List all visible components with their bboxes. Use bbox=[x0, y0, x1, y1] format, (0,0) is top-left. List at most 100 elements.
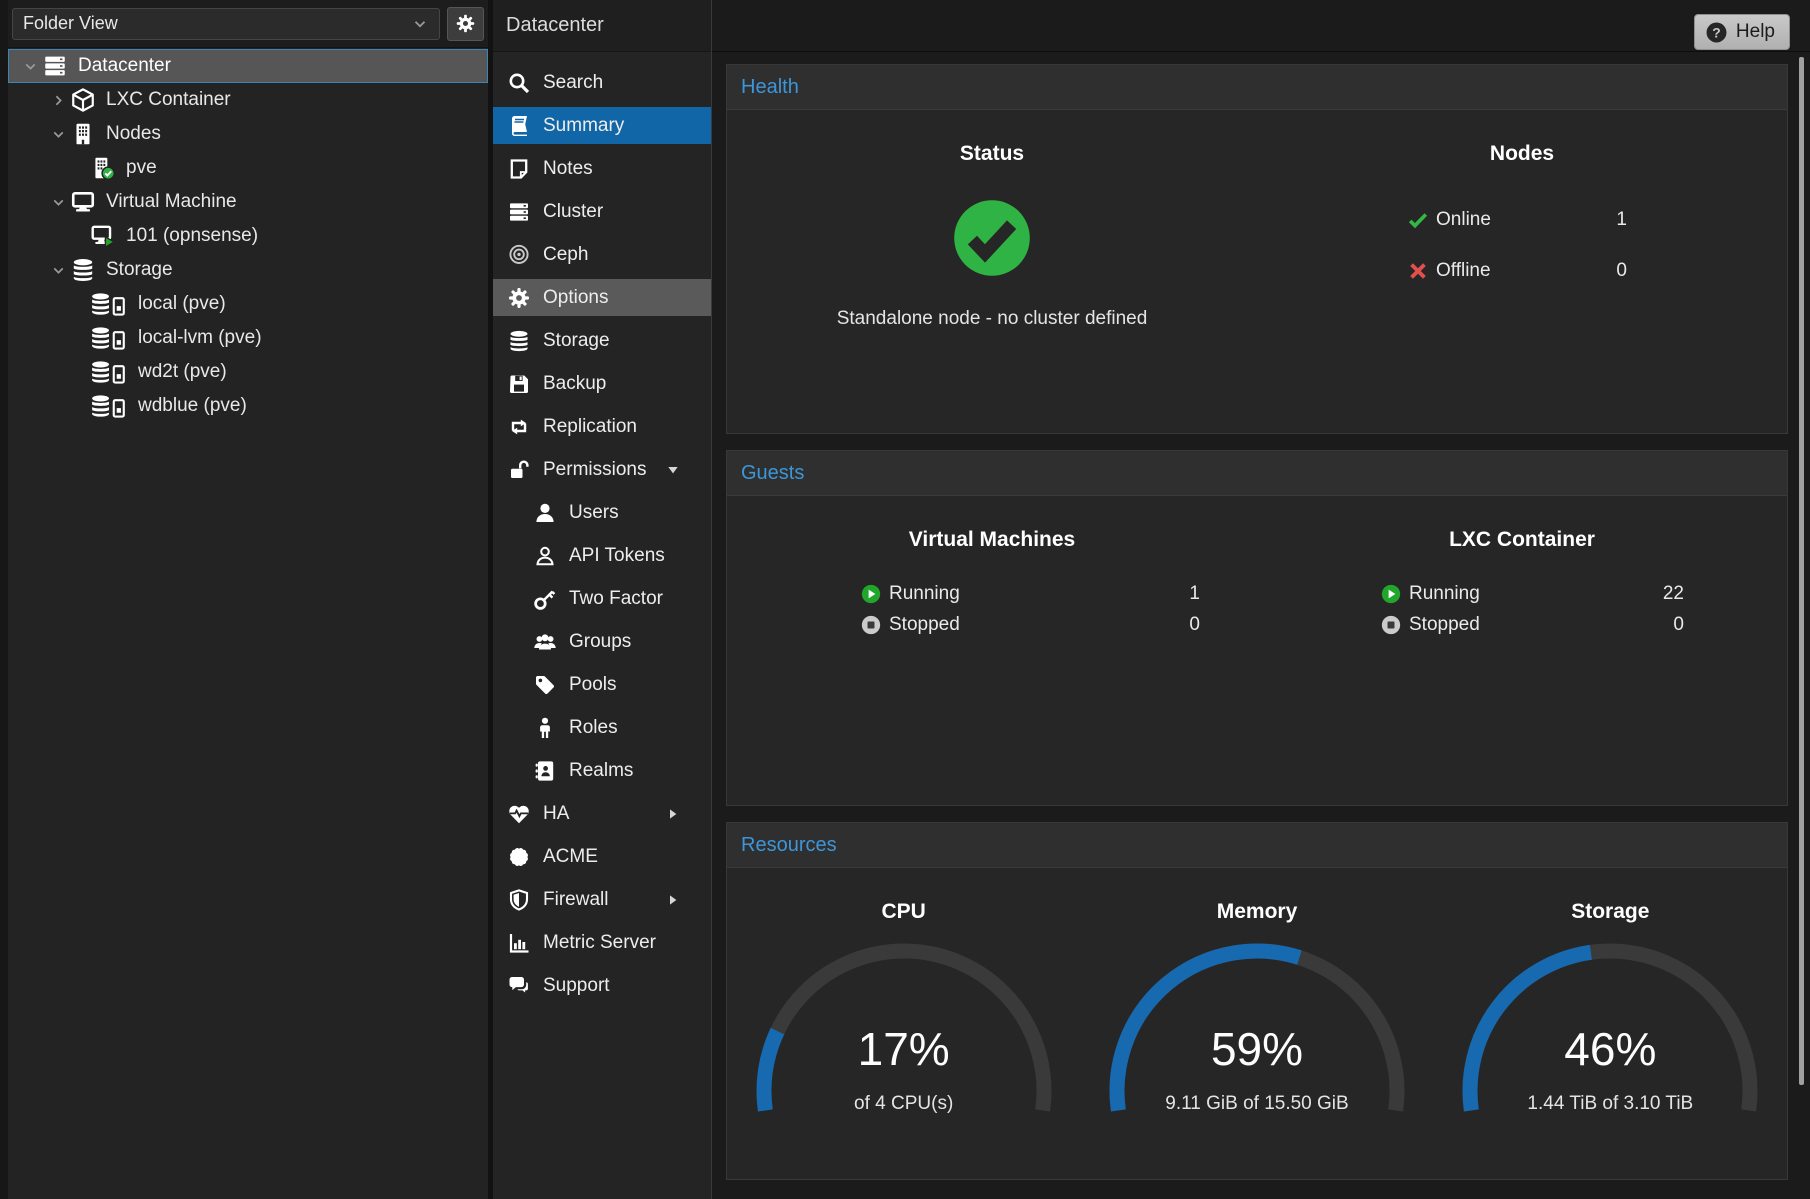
nav-item-api-tokens[interactable]: API Tokens bbox=[493, 537, 711, 574]
db-drive-icon bbox=[90, 325, 128, 351]
cross-icon bbox=[1407, 260, 1429, 282]
nav-panel-title: Datacenter bbox=[493, 0, 711, 52]
stop-circle-icon bbox=[860, 614, 882, 636]
chevron-down-icon[interactable] bbox=[46, 122, 70, 146]
help-button-label: Help bbox=[1736, 21, 1775, 43]
nav-item-roles[interactable]: Roles bbox=[493, 709, 711, 746]
guest-row-label: Running bbox=[889, 583, 960, 605]
tree-toolbar: Folder View bbox=[8, 0, 488, 48]
nav-item-summary[interactable]: Summary bbox=[493, 107, 711, 144]
stop-circle-icon bbox=[1380, 614, 1402, 636]
nav-item-metric-server[interactable]: Metric Server bbox=[493, 924, 711, 961]
help-button[interactable]: Help bbox=[1694, 14, 1790, 50]
tree-item-pve[interactable]: pve bbox=[8, 151, 488, 185]
tree-settings-button[interactable] bbox=[447, 7, 484, 41]
nodes-row-label: Online bbox=[1436, 209, 1491, 231]
shield-icon bbox=[507, 888, 531, 912]
resource-tree-panel: Folder View DatacenterLXC ContainerNodes… bbox=[0, 0, 488, 1199]
gauge-heading: Storage bbox=[1434, 868, 1787, 924]
gauge-percent-value: 59% bbox=[1107, 1022, 1407, 1076]
key-icon bbox=[533, 587, 557, 611]
tree-item-virtual-machine[interactable]: Virtual Machine bbox=[8, 185, 488, 219]
guests-column-heading: Virtual Machines bbox=[727, 496, 1257, 552]
chevron-right-icon[interactable] bbox=[46, 88, 70, 112]
tree-item-storage[interactable]: Storage bbox=[8, 253, 488, 287]
nav-item-notes[interactable]: Notes bbox=[493, 150, 711, 187]
nav-item-options[interactable]: Options bbox=[493, 279, 711, 316]
nav-item-two-factor[interactable]: Two Factor bbox=[493, 580, 711, 617]
tree-item-wdblue-pve[interactable]: wdblue (pve) bbox=[8, 389, 488, 423]
nav-item-ha[interactable]: HA bbox=[493, 795, 711, 832]
gear-icon bbox=[507, 286, 531, 310]
view-mode-select[interactable]: Folder View bbox=[12, 8, 440, 40]
nav-item-ceph[interactable]: Ceph bbox=[493, 236, 711, 273]
check-icon bbox=[1407, 209, 1429, 231]
health-nodes-column: Nodes Online1Offline0 bbox=[1257, 110, 1787, 330]
nodes-row-value: 0 bbox=[1616, 260, 1627, 282]
nav-item-firewall[interactable]: Firewall bbox=[493, 881, 711, 918]
nav-item-backup[interactable]: Backup bbox=[493, 365, 711, 402]
user-o-icon bbox=[533, 544, 557, 568]
nav-item-label: ACME bbox=[543, 846, 598, 868]
search-icon bbox=[507, 71, 531, 95]
health-status-column: Status Standalone node - no cluster defi… bbox=[727, 110, 1257, 330]
db-icon bbox=[507, 329, 531, 353]
note-icon bbox=[507, 157, 531, 181]
users-icon bbox=[533, 630, 557, 654]
nav-item-groups[interactable]: Groups bbox=[493, 623, 711, 660]
help-icon bbox=[1705, 21, 1728, 44]
gauge-detail: of 4 CPU(s) bbox=[727, 1093, 1080, 1115]
nav-item-label: Metric Server bbox=[543, 932, 656, 954]
floppy-icon bbox=[507, 372, 531, 396]
nav-item-storage[interactable]: Storage bbox=[493, 322, 711, 359]
guest-row-stopped: Stopped0 bbox=[1257, 609, 1787, 640]
expander-glyph bbox=[22, 58, 39, 75]
nav-item-support[interactable]: Support bbox=[493, 967, 711, 1004]
nav-item-label: Realms bbox=[569, 760, 633, 782]
tree-item-local-pve[interactable]: local (pve) bbox=[8, 287, 488, 321]
nav-item-label: API Tokens bbox=[569, 545, 665, 567]
nodes-heading: Nodes bbox=[1257, 110, 1787, 166]
tree-item-local-lvm-pve[interactable]: local-lvm (pve) bbox=[8, 321, 488, 355]
chevron-down-icon[interactable] bbox=[18, 54, 42, 78]
resource-gauge-cpu: CPU 17% of 4 CPU(s) bbox=[727, 868, 1080, 1115]
status-ok-icon bbox=[950, 196, 1034, 280]
status-heading: Status bbox=[727, 110, 1257, 166]
nav-item-pools[interactable]: Pools bbox=[493, 666, 711, 703]
db-drive-icon bbox=[90, 393, 128, 419]
vertical-scrollbar-thumb[interactable] bbox=[1799, 57, 1804, 1085]
gauge-detail: 1.44 TiB of 3.10 TiB bbox=[1434, 1093, 1787, 1115]
resources-panel-title: Resources bbox=[727, 823, 1787, 868]
tree-item-label: Datacenter bbox=[78, 49, 171, 83]
guests-column-heading: LXC Container bbox=[1257, 496, 1787, 552]
tree-item-datacenter[interactable]: Datacenter bbox=[8, 49, 488, 83]
chevron-down-icon[interactable] bbox=[46, 190, 70, 214]
expander-glyph bbox=[50, 92, 67, 109]
tree-item-101-opnsense[interactable]: 101 (opnsense) bbox=[8, 219, 488, 253]
chevron-down-icon[interactable] bbox=[46, 258, 70, 282]
datacenter-nav-panel: Datacenter Search Summary Notes Cluster Ceph… bbox=[493, 0, 712, 1199]
nav-item-search[interactable]: Search bbox=[493, 64, 711, 101]
nav-item-users[interactable]: Users bbox=[493, 494, 711, 531]
tree-item-label: LXC Container bbox=[106, 83, 231, 117]
nav-item-acme[interactable]: ACME bbox=[493, 838, 711, 875]
cube-icon bbox=[70, 87, 96, 113]
tree-item-nodes[interactable]: Nodes bbox=[8, 117, 488, 151]
nav-item-label: HA bbox=[543, 803, 569, 825]
tree-item-lxc-container[interactable]: LXC Container bbox=[8, 83, 488, 117]
nav-item-label: Two Factor bbox=[569, 588, 663, 610]
nav-item-realms[interactable]: Realms bbox=[493, 752, 711, 789]
gauge-percent-value: 17% bbox=[754, 1022, 1054, 1076]
gauge-heading: CPU bbox=[727, 868, 1080, 924]
nav-item-replication[interactable]: Replication bbox=[493, 408, 711, 445]
nav-item-label: Options bbox=[543, 287, 608, 309]
nav-item-permissions[interactable]: Permissions bbox=[493, 451, 711, 488]
nav-item-label: Permissions bbox=[543, 459, 646, 481]
nodes-row-offline: Offline0 bbox=[1257, 245, 1787, 296]
nav-item-cluster[interactable]: Cluster bbox=[493, 193, 711, 230]
certificate-icon bbox=[507, 845, 531, 869]
nav-item-label: Firewall bbox=[543, 889, 608, 911]
monitor-play-icon bbox=[90, 223, 116, 249]
tree-item-wd2t-pve[interactable]: wd2t (pve) bbox=[8, 355, 488, 389]
cluster-icon bbox=[507, 200, 531, 224]
